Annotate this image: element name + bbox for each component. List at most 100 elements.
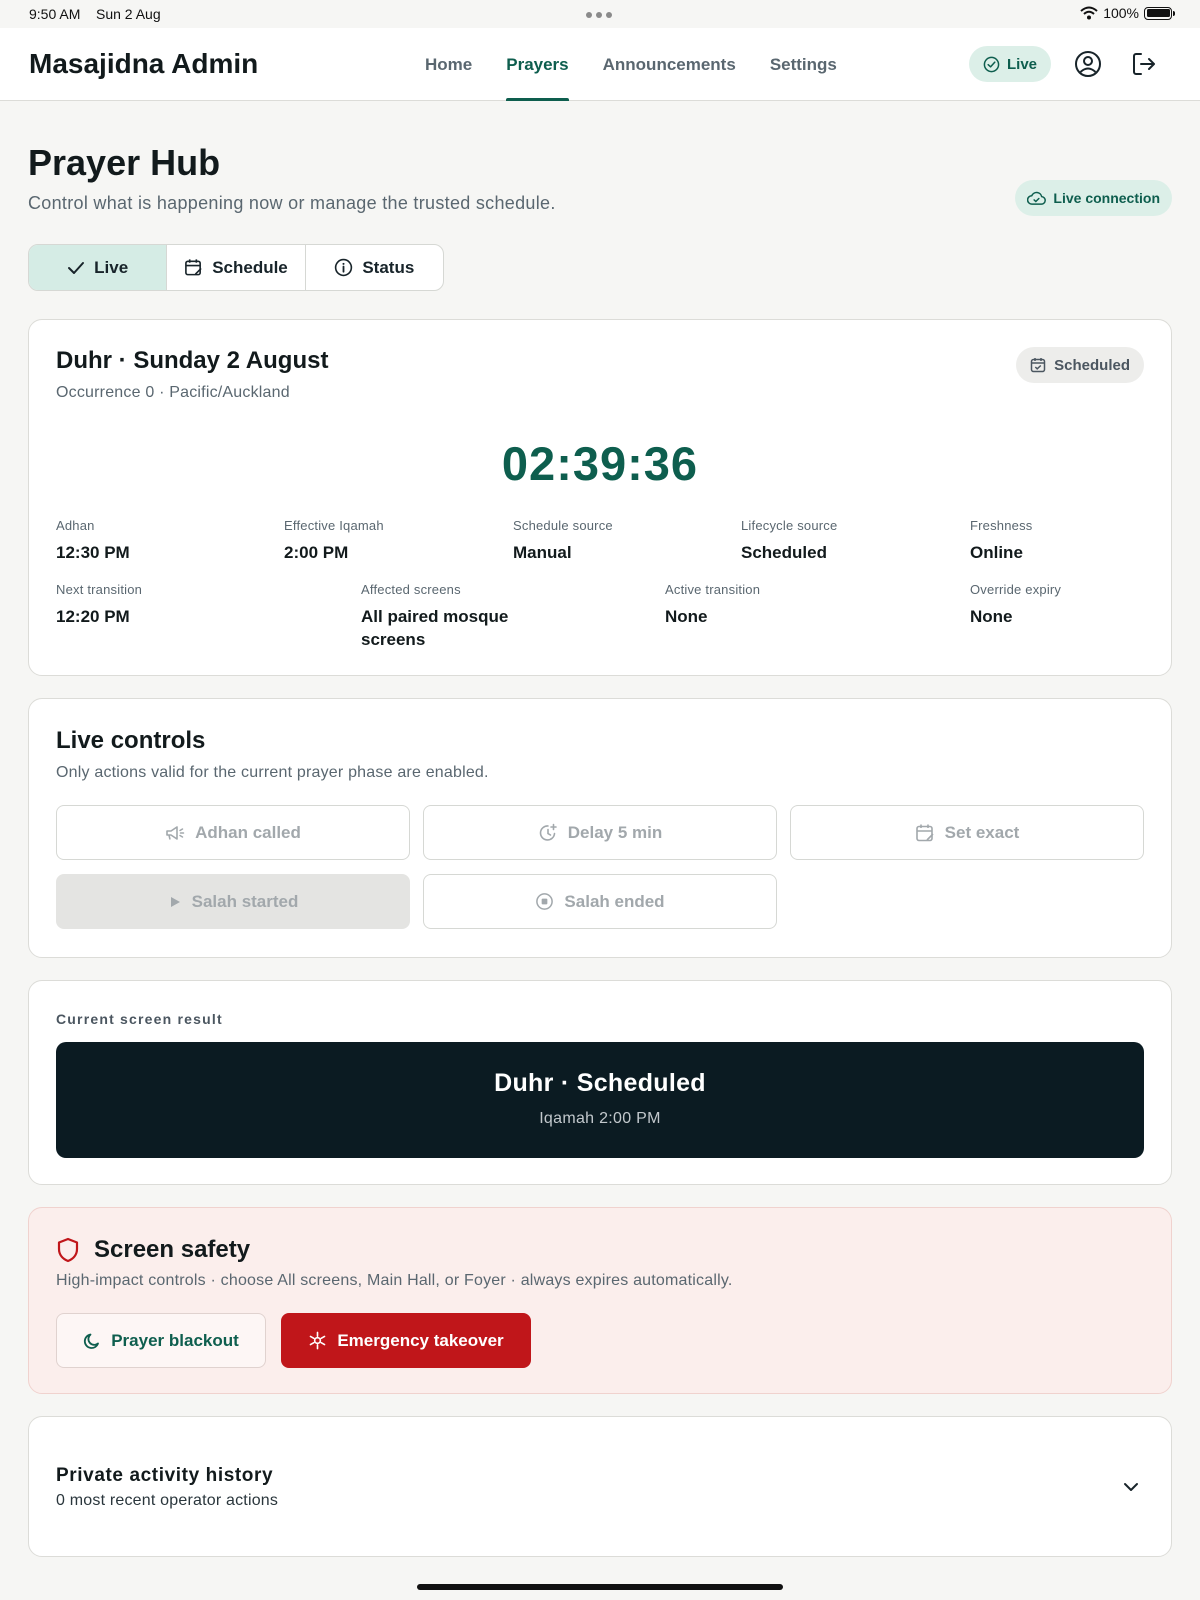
- live-controls-title: Live controls: [56, 727, 206, 754]
- prayer-title: Duhr · Sunday 2 August: [56, 347, 329, 374]
- top-nav: Masajidna Admin Home Prayers Announcemen…: [0, 28, 1200, 101]
- clock-plus-icon: [539, 823, 557, 841]
- battery-percent: 100%: [1103, 5, 1139, 21]
- stat-override-expiry: Override expiry None: [970, 582, 1061, 628]
- calendar-check-icon: [1030, 358, 1046, 373]
- countdown-timer: 02:39:36: [501, 437, 699, 490]
- tab-status[interactable]: Status: [306, 245, 443, 290]
- stat-label: Schedule source: [513, 518, 613, 533]
- delay-5-min-label: Delay 5 min: [567, 822, 663, 842]
- screen-preview-sub: Iqamah 2:00 PM: [539, 1110, 661, 1127]
- stat-active-transition: Active transition None: [665, 582, 760, 628]
- live-connection-badge: Live connection: [1015, 180, 1172, 216]
- screen-result-label: Current screen result: [56, 1011, 223, 1027]
- screen-safety-heading: Screen safety: [56, 1236, 250, 1264]
- nav-settings[interactable]: Settings: [753, 28, 854, 101]
- prayer-card: Duhr · Sunday 2 August Occurrence 0 · Pa…: [28, 319, 1172, 676]
- status-bar: 9:50 AM Sun 2 Aug 100%: [0, 0, 1200, 28]
- multitask-dots-icon[interactable]: [586, 12, 612, 18]
- adhan-called-button[interactable]: Adhan called: [56, 805, 410, 860]
- nav-announcements[interactable]: Announcements: [586, 28, 753, 101]
- screen-safety-subtitle: High-impact controls · choose All screen…: [56, 1272, 733, 1289]
- live-status-label: Live: [1007, 55, 1038, 73]
- activity-history-title: Private activity history: [56, 1465, 274, 1486]
- stat-value: None: [970, 607, 1013, 626]
- delay-5-min-button[interactable]: Delay 5 min: [423, 805, 777, 860]
- status-date: Sun 2 Aug: [96, 6, 161, 22]
- live-connection-label: Live connection: [1053, 190, 1160, 206]
- battery-icon: [1144, 6, 1175, 20]
- set-exact-button[interactable]: Set exact: [790, 805, 1144, 860]
- stat-label: Adhan: [56, 518, 95, 533]
- stat-affected-screens: Affected screens All paired mosque scree…: [361, 582, 561, 651]
- live-controls-subtitle: Only actions valid for the current praye…: [56, 764, 489, 781]
- stat-value: Scheduled: [741, 543, 827, 562]
- tab-schedule-label: Schedule: [212, 257, 288, 277]
- set-exact-label: Set exact: [944, 822, 1020, 842]
- nav-home[interactable]: Home: [408, 28, 489, 101]
- cloud-check-icon: [1027, 191, 1047, 205]
- stat-value: Manual: [513, 543, 572, 562]
- stat-effective-iqamah: Effective Iqamah 2:00 PM: [284, 518, 384, 564]
- play-icon: [170, 896, 180, 907]
- activity-history-subtitle: 0 most recent operator actions: [56, 1492, 279, 1509]
- home-indicator[interactable]: [417, 1584, 783, 1590]
- stat-value: 2:00 PM: [284, 543, 349, 562]
- prayer-state-badge: Scheduled: [1016, 347, 1144, 383]
- screen-safety-card: Screen safety High-impact controls · cho…: [28, 1207, 1172, 1394]
- stat-label: Affected screens: [361, 582, 461, 597]
- page-title: Prayer Hub: [28, 142, 221, 183]
- activity-history-card[interactable]: Private activity history 0 most recent o…: [28, 1416, 1172, 1557]
- tab-schedule[interactable]: Schedule: [167, 245, 306, 290]
- stop-circle-icon: [536, 893, 554, 910]
- wifi-icon: [1080, 6, 1098, 20]
- check-circle-icon: [983, 56, 1000, 72]
- tab-live[interactable]: Live: [29, 245, 168, 290]
- live-controls-card: Live controls Only actions valid for the…: [28, 698, 1172, 958]
- adhan-called-label: Adhan called: [195, 822, 301, 842]
- info-icon: [335, 258, 353, 277]
- stat-freshness: Freshness Online: [970, 518, 1033, 564]
- logout-icon[interactable]: [1128, 48, 1160, 80]
- salah-started-button[interactable]: Salah started: [56, 874, 410, 929]
- emergency-takeover-button[interactable]: Emergency takeover: [281, 1313, 531, 1368]
- stat-lifecycle-source: Lifecycle source Scheduled: [741, 518, 837, 564]
- stat-label: Next transition: [56, 582, 143, 597]
- stat-adhan: Adhan 12:30 PM: [56, 518, 130, 564]
- stat-schedule-source: Schedule source Manual: [513, 518, 613, 564]
- calendar-edit-icon: [915, 824, 934, 841]
- salah-started-label: Salah started: [191, 891, 299, 911]
- tab-live-label: Live: [94, 257, 129, 277]
- asterisk-alert-icon: [309, 1331, 326, 1350]
- screen-safety-title: Screen safety: [94, 1236, 251, 1263]
- status-right: 100%: [1080, 5, 1175, 21]
- chevron-down-icon[interactable]: [1119, 1475, 1143, 1499]
- screen-result-card: Current screen result Duhr · Scheduled I…: [28, 980, 1172, 1185]
- page-subtitle: Control what is happening now or manage …: [28, 193, 556, 213]
- screen-preview-main: Duhr · Scheduled: [494, 1069, 706, 1097]
- shield-icon: [57, 1237, 79, 1263]
- stat-value: None: [665, 607, 708, 626]
- prayer-blackout-button[interactable]: Prayer blackout: [56, 1313, 266, 1368]
- account-icon[interactable]: [1072, 48, 1104, 80]
- megaphone-icon: [166, 825, 185, 840]
- stat-value: Online: [970, 543, 1023, 562]
- stat-value: 12:30 PM: [56, 543, 130, 562]
- nav-prayers[interactable]: Prayers: [489, 28, 585, 101]
- check-icon: [68, 261, 85, 274]
- tab-status-label: Status: [362, 257, 415, 277]
- salah-ended-label: Salah ended: [564, 891, 665, 911]
- prayer-subtitle: Occurrence 0 · Pacific/Auckland: [56, 384, 290, 401]
- screen-preview: Duhr · Scheduled Iqamah 2:00 PM: [56, 1042, 1144, 1158]
- stat-label: Lifecycle source: [741, 518, 838, 533]
- prayer-state-label: Scheduled: [1054, 356, 1130, 374]
- stat-label: Active transition: [665, 582, 761, 597]
- stat-next-transition: Next transition 12:20 PM: [56, 582, 142, 628]
- moon-icon: [84, 1333, 100, 1349]
- stat-label: Effective Iqamah: [284, 518, 384, 533]
- stat-value: All paired mosque screens: [361, 607, 509, 649]
- salah-ended-button[interactable]: Salah ended: [423, 874, 777, 929]
- emergency-takeover-label: Emergency takeover: [337, 1330, 504, 1350]
- app-title: Masajidna Admin: [29, 48, 259, 79]
- live-status-pill: Live: [969, 46, 1052, 82]
